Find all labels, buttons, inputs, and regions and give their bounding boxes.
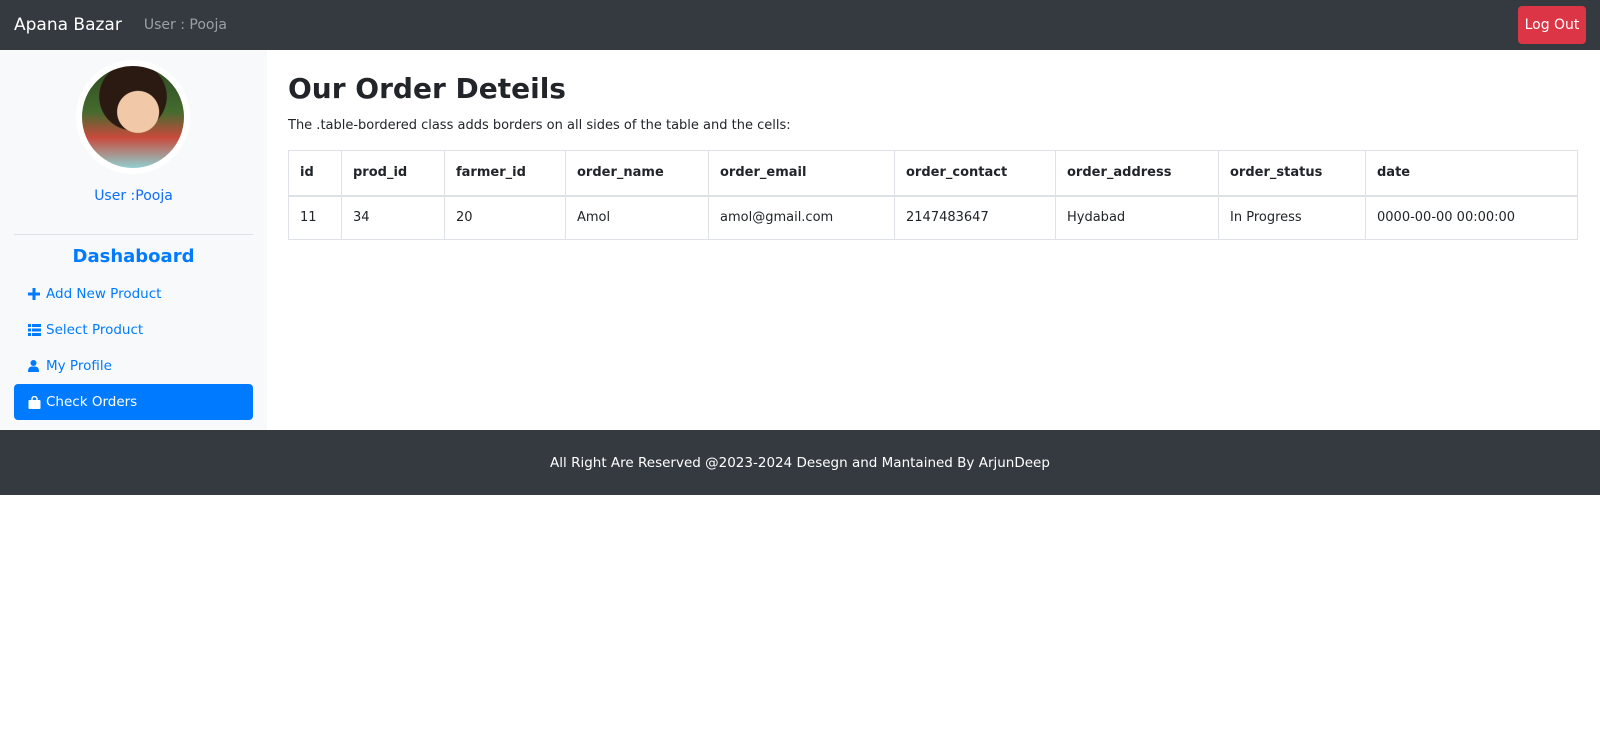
user-icon: [28, 360, 42, 372]
table-header-row: id prod_id farmer_id order_name order_em…: [288, 150, 1578, 197]
cell-date: 0000-00-00 00:00:00: [1365, 195, 1578, 240]
cell-order-contact: 2147483647: [894, 195, 1056, 240]
column-header-order-email: order_email: [708, 150, 895, 197]
cell-prod-id: 34: [341, 195, 445, 240]
cell-order-name: Amol: [565, 195, 709, 240]
shopping-bag-icon: [28, 395, 42, 409]
list-icon: [28, 324, 42, 336]
footer-text: All Right Are Reserved @2023-2024 Desegn…: [550, 454, 1050, 471]
plus-icon: [28, 288, 42, 300]
footer: All Right Are Reserved @2023-2024 Desegn…: [0, 430, 1600, 495]
column-header-date: date: [1365, 150, 1578, 197]
cell-farmer-id: 20: [444, 195, 566, 240]
sidebar-item-check-orders[interactable]: Check Orders: [14, 384, 253, 420]
orders-table: id prod_id farmer_id order_name order_em…: [288, 150, 1578, 240]
column-header-id: id: [288, 150, 342, 197]
sidebar: User :Pooja Dashaboard Add New Product S…: [0, 50, 267, 430]
column-header-prod-id: prod_id: [341, 150, 445, 197]
sidebar-divider: [14, 234, 253, 235]
column-header-order-status: order_status: [1218, 150, 1366, 197]
top-navbar: Apana Bazar User : Pooja Log Out: [0, 0, 1600, 50]
sidebar-item-label: Select Product: [46, 322, 144, 338]
navbar-user-label: User : Pooja: [143, 17, 227, 33]
cell-order-status: In Progress: [1218, 195, 1366, 240]
page-title: Our Order Deteils: [288, 72, 566, 105]
column-header-farmer-id: farmer_id: [444, 150, 566, 197]
page-description: The .table-bordered class adds borders o…: [288, 118, 791, 133]
table-row: 11 34 20 Amol amol@gmail.com 2147483647 …: [288, 195, 1578, 240]
logout-button[interactable]: Log Out: [1518, 6, 1586, 44]
cell-id: 11: [288, 195, 342, 240]
sidebar-user-label: User :Pooja: [94, 188, 173, 204]
avatar-frame: [76, 60, 190, 174]
sidebar-item-add-new-product[interactable]: Add New Product: [14, 276, 253, 312]
avatar: [82, 66, 184, 168]
sidebar-item-label: My Profile: [46, 358, 112, 374]
column-header-order-contact: order_contact: [894, 150, 1056, 197]
dashboard-title: Dashaboard: [72, 246, 195, 267]
sidebar-item-label: Check Orders: [46, 394, 138, 410]
sidebar-item-label: Add New Product: [46, 286, 162, 302]
sidebar-menu: Add New Product Select Product My Profil…: [14, 276, 253, 420]
cell-order-email: amol@gmail.com: [708, 195, 895, 240]
brand-logo-text[interactable]: Apana Bazar: [14, 15, 122, 35]
sidebar-item-my-profile[interactable]: My Profile: [14, 348, 253, 384]
column-header-order-name: order_name: [565, 150, 709, 197]
column-header-order-address: order_address: [1055, 150, 1219, 197]
cell-order-address: Hydabad: [1055, 195, 1219, 240]
sidebar-item-select-product[interactable]: Select Product: [14, 312, 253, 348]
